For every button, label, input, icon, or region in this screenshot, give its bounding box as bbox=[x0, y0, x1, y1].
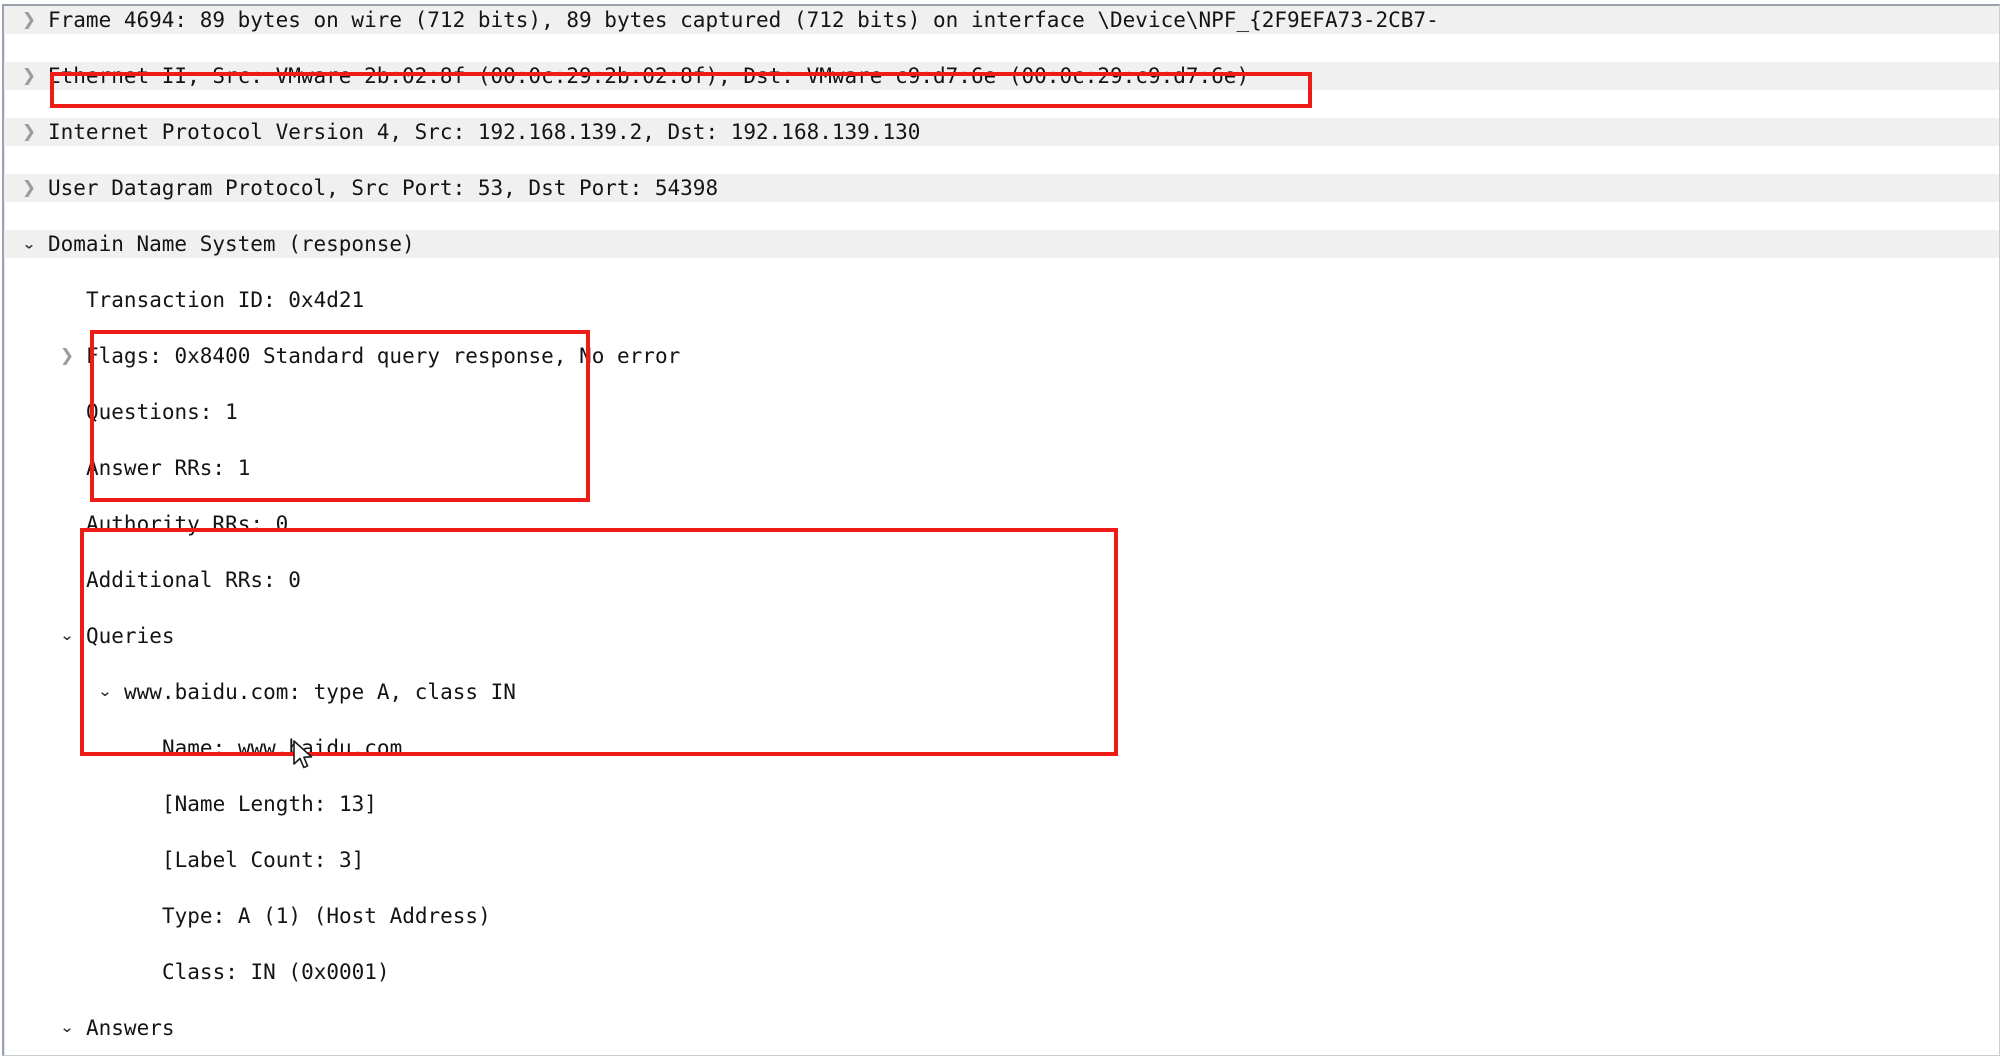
chevron-down-icon[interactable]: ⌄ bbox=[18, 232, 40, 256]
tree-row-label-answer-rrs: Answer RRs: 1 bbox=[86, 456, 251, 480]
tree-row-label-transaction-id: Transaction ID: 0x4d21 bbox=[86, 288, 365, 312]
tree-row-query-record[interactable]: ⌄ www.baidu.com: type A, class IN bbox=[4, 678, 1999, 706]
tree-row-query-name[interactable]: Name: www.baidu.com bbox=[4, 734, 1999, 762]
chevron-right-icon[interactable]: ❯ bbox=[56, 342, 78, 370]
tree-row-questions[interactable]: Questions: 1 bbox=[4, 398, 1999, 426]
tree-row-transaction-id[interactable]: Transaction ID: 0x4d21 bbox=[4, 286, 1999, 314]
tree-row-label-authority-rrs: Authority RRs: 0 bbox=[86, 512, 289, 536]
tree-row-label-query-record: www.baidu.com: type A, class IN bbox=[124, 680, 516, 704]
tree-row-flags[interactable]: ❯ Flags: 0x8400 Standard query response, … bbox=[4, 342, 1999, 370]
tree-row-label-queries: Queries bbox=[86, 624, 175, 648]
tree-row-label-dns: Domain Name System (response) bbox=[48, 232, 415, 256]
tree-row-ipv4[interactable]: ❯ Internet Protocol Version 4, Src: 192.1… bbox=[4, 118, 1999, 146]
tree-row-label-additional-rrs: Additional RRs: 0 bbox=[86, 568, 301, 592]
tree-row-queries[interactable]: ⌄ Queries bbox=[4, 622, 1999, 650]
tree-row-label-query-name: Name: www.baidu.com bbox=[162, 736, 403, 760]
tree-row-label-query-type: Type: A (1) (Host Address) bbox=[162, 904, 491, 928]
tree-row-label-ethernet: Ethernet II, Src: VMware 2b:02:8f (00:0c… bbox=[48, 64, 1250, 88]
packet-details-pane[interactable]: ❯ Frame 4694: 89 bytes on wire (712 bits)… bbox=[2, 4, 2000, 1056]
tree-row-answers[interactable]: ⌄ Answers bbox=[4, 1014, 1999, 1042]
chevron-right-icon[interactable]: ❯ bbox=[18, 6, 40, 34]
tree-row-label-flags: Flags: 0x8400 Standard query response, N… bbox=[86, 344, 681, 368]
tree-row-query-type[interactable]: Type: A (1) (Host Address) bbox=[4, 902, 1999, 930]
chevron-right-icon[interactable]: ❯ bbox=[18, 118, 40, 146]
tree-row-label-frame: Frame 4694: 89 bytes on wire (712 bits),… bbox=[48, 8, 1439, 32]
tree-row-answer-rrs[interactable]: Answer RRs: 1 bbox=[4, 454, 1999, 482]
chevron-down-icon[interactable]: ⌄ bbox=[56, 1016, 78, 1040]
tree-row-label-query-class: Class: IN (0x0001) bbox=[162, 960, 390, 984]
chevron-down-icon[interactable]: ⌄ bbox=[56, 624, 78, 648]
chevron-right-icon[interactable]: ❯ bbox=[18, 174, 40, 202]
tree-row-query-name-length[interactable]: [Name Length: 13] bbox=[4, 790, 1999, 818]
tree-row-udp[interactable]: ❯ User Datagram Protocol, Src Port: 53, D… bbox=[4, 174, 1999, 202]
tree-row-query-label-count[interactable]: [Label Count: 3] bbox=[4, 846, 1999, 874]
chevron-down-icon[interactable]: ⌄ bbox=[94, 680, 116, 704]
tree-row-query-class[interactable]: Class: IN (0x0001) bbox=[4, 958, 1999, 986]
tree-row-label-questions: Questions: 1 bbox=[86, 400, 238, 424]
tree-row-dns[interactable]: ⌄ Domain Name System (response) bbox=[4, 230, 1999, 258]
tree-row-label-query-label-count: [Label Count: 3] bbox=[162, 848, 365, 872]
tree-row-label-ipv4: Internet Protocol Version 4, Src: 192.16… bbox=[48, 120, 921, 144]
chevron-right-icon[interactable]: ❯ bbox=[18, 62, 40, 90]
tree-row-frame[interactable]: ❯ Frame 4694: 89 bytes on wire (712 bits)… bbox=[4, 6, 1999, 34]
tree-row-ethernet[interactable]: ❯ Ethernet II, Src: VMware 2b:02:8f (00:0… bbox=[4, 62, 1999, 90]
tree-row-label-answers: Answers bbox=[86, 1016, 175, 1040]
tree-row-label-udp: User Datagram Protocol, Src Port: 53, Ds… bbox=[48, 176, 719, 200]
packet-detail-tree[interactable]: ❯ Frame 4694: 89 bytes on wire (712 bits)… bbox=[4, 6, 1999, 1040]
tree-row-label-query-name-length: [Name Length: 13] bbox=[162, 792, 377, 816]
tree-row-additional-rrs[interactable]: Additional RRs: 0 bbox=[4, 566, 1999, 594]
tree-row-authority-rrs[interactable]: Authority RRs: 0 bbox=[4, 510, 1999, 538]
